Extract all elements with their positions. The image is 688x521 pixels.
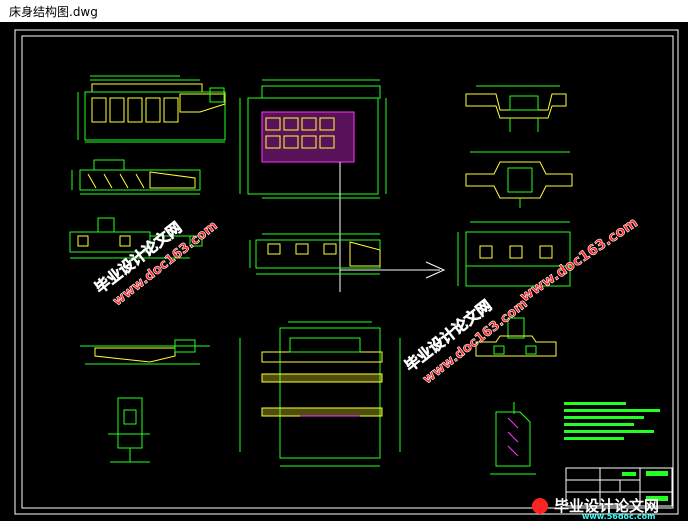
- cad-drawing: 毕业设计论文网 www.doc163.com 毕业设计论文网 www.doc16…: [14, 29, 679, 521]
- view-left-4: [80, 339, 210, 365]
- view-left-2: [71, 159, 201, 195]
- footer-watermark-url: www.56doc.com: [582, 512, 655, 521]
- window-titlebar: 床身结构图.dwg: [0, 0, 688, 22]
- view-right-2: [465, 151, 573, 208]
- window-title: 床身结构图.dwg: [9, 5, 98, 19]
- view-center-top: [239, 79, 387, 292]
- view-top-left: [77, 75, 226, 143]
- view-right-top: [465, 85, 567, 132]
- watermark-right: www.doc163.com: [517, 214, 641, 306]
- watermark-top-left: 毕业设计论文网 www.doc163.com: [91, 218, 221, 310]
- view-center-bottom: [239, 321, 401, 467]
- footer-watermark: 毕业设计论文网 www.56doc.com: [532, 497, 659, 521]
- view-bottom-right: [490, 402, 536, 475]
- watermark-center: 毕业设计论文网 www.doc163.com: [401, 296, 531, 388]
- section-arrow: [340, 261, 446, 279]
- view-center-mid: [249, 233, 381, 275]
- drawing-canvas[interactable]: 毕业设计论文网 www.doc163.com 毕业设计论文网 www.doc16…: [0, 22, 688, 521]
- logo-icon: [532, 498, 548, 514]
- technical-notes: [564, 402, 660, 440]
- watermark-url-text-3: www.doc163.com: [517, 215, 641, 306]
- view-bottom-left: [108, 397, 150, 463]
